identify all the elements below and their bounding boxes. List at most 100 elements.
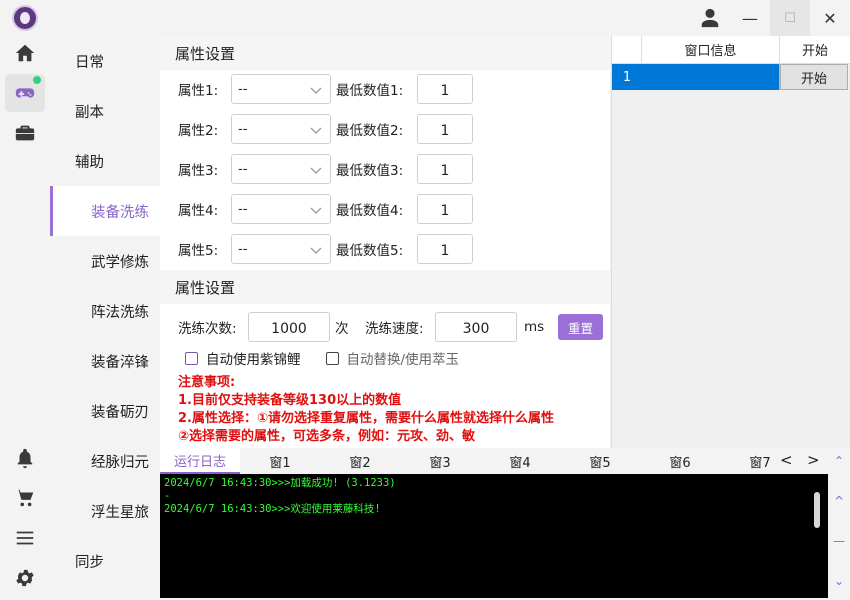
nav-formation-refine[interactable]: 阵法洗练	[50, 286, 160, 336]
notice-line: 1.目前仅支持装备等级130以上的数值	[178, 393, 402, 408]
gear-icon[interactable]	[5, 559, 45, 597]
min-value-input[interactable]: 1	[417, 154, 473, 184]
tab-window-3[interactable]: 窗3	[420, 448, 460, 474]
attr-select[interactable]: --	[231, 194, 331, 224]
tab-window-2[interactable]: 窗2	[340, 448, 380, 474]
attr-label: 属性2:	[178, 123, 219, 139]
chevron-down-icon	[310, 167, 322, 174]
chevron-down-icon	[310, 207, 322, 214]
notification-dot	[33, 76, 41, 84]
header-index	[612, 36, 642, 63]
notice-line: 2.属性选择：①请勿选择重复属性，需要什么属性就选择什么属性	[178, 411, 554, 426]
table-row[interactable]: 1 开始	[612, 64, 850, 90]
nav-equip-sharpen[interactable]: 装备砺刃	[50, 386, 160, 436]
cart-icon[interactable]	[5, 479, 45, 517]
attr-select[interactable]: --	[231, 74, 331, 104]
nav-equip-refine[interactable]: 装备洗练	[50, 186, 160, 236]
tab-window-4[interactable]: 窗4	[500, 448, 540, 474]
tab-window-7[interactable]: 窗7	[740, 448, 780, 474]
function-nav: 日常 副本 辅助 装备洗练 武学修炼 阵法洗练 装备淬锋 装备砺刃 经脉归元 浮…	[50, 36, 160, 600]
attr-select[interactable]: --	[231, 234, 331, 264]
window-table: 窗口信息 开始 1 开始	[611, 36, 850, 448]
nav-assist[interactable]: 辅助	[50, 136, 160, 186]
minimize-button[interactable]: —	[730, 0, 770, 36]
user-icon[interactable]	[690, 0, 730, 36]
nav-equip-temper[interactable]: 装备淬锋	[50, 336, 160, 386]
chevron-down-icon	[310, 127, 322, 134]
menu-icon[interactable]	[5, 519, 45, 557]
nav-star-journey[interactable]: 浮生星旅	[50, 486, 160, 536]
log-scroll-controls: ⌃ ^ — ⌄	[828, 448, 850, 600]
section-title: 属性设置	[160, 36, 610, 70]
scroll-up-icon[interactable]: ^	[832, 494, 846, 508]
attr-row: 属性3: -- 最低数值3: 1	[160, 154, 473, 184]
tab-window-6[interactable]: 窗6	[660, 448, 700, 474]
scroll-bottom-icon[interactable]: ⌄	[832, 574, 846, 588]
attr-select[interactable]: --	[231, 154, 331, 184]
main-panel: 属性设置 属性1: -- 最低数值1: 1 属性2: -- 最低数值2: 1 属…	[160, 36, 610, 448]
attr-label: 属性1:	[178, 83, 219, 99]
attr-select[interactable]: --	[231, 114, 331, 144]
header-start: 开始	[801, 44, 828, 59]
icon-rail	[0, 0, 50, 600]
tab-window-1[interactable]: 窗1	[260, 448, 300, 474]
speed-unit: ms	[524, 319, 545, 335]
nav-sync[interactable]: 同步	[50, 536, 160, 586]
window-controls: — ☐ ✕	[690, 0, 850, 36]
nav-dungeon[interactable]: 副本	[50, 86, 160, 136]
bell-icon[interactable]	[5, 439, 45, 477]
refine-count-row: 洗练次数: 1000 次 洗练速度: 300 ms 重置	[160, 312, 603, 342]
log-console[interactable]: 2024/6/7 16:43:30>>>加载成功! (3.1233) - 202…	[160, 474, 828, 598]
row-index: 1	[612, 64, 642, 90]
log-line: 2024/6/7 16:43:30>>>加载成功! (3.1233)	[164, 477, 396, 489]
min-value-label: 最低数值5:	[336, 243, 404, 259]
min-value-input[interactable]: 1	[417, 74, 473, 104]
scroll-mid-icon[interactable]: —	[832, 534, 846, 548]
min-value-label: 最低数值4:	[336, 203, 404, 219]
min-value-label: 最低数值1:	[336, 83, 404, 99]
attr-row: 属性1: -- 最低数值1: 1	[160, 74, 473, 104]
checkbox-box	[325, 351, 339, 365]
refine-speed-label: 洗练速度:	[365, 321, 424, 337]
attr-row: 属性5: -- 最低数值5: 1	[160, 234, 473, 264]
min-value-label: 最低数值3:	[336, 163, 404, 179]
tab-next-arrow[interactable]: >	[807, 451, 820, 469]
tab-run-log[interactable]: 运行日志	[160, 448, 240, 474]
min-value-input[interactable]: 1	[417, 114, 473, 144]
maximize-button[interactable]: ☐	[770, 0, 810, 36]
briefcase-icon[interactable]	[5, 114, 45, 152]
nav-meridian[interactable]: 经脉归元	[50, 436, 160, 486]
table-header: 窗口信息 开始	[612, 36, 850, 64]
chevron-down-icon	[310, 87, 322, 94]
log-line: -	[164, 490, 171, 502]
start-button[interactable]: 开始	[780, 64, 848, 90]
attr-row: 属性2: -- 最低数值2: 1	[160, 114, 473, 144]
tab-window-5[interactable]: 窗5	[580, 448, 620, 474]
attr-label: 属性3:	[178, 163, 219, 179]
home-icon[interactable]	[5, 34, 45, 72]
tab-prev-arrow[interactable]: <	[780, 451, 793, 469]
scroll-top-icon[interactable]: ⌃	[832, 454, 846, 468]
scrollbar-thumb[interactable]	[814, 492, 820, 528]
section-title: 属性设置	[160, 270, 610, 304]
reset-button[interactable]: 重置	[558, 314, 603, 340]
header-window-info: 窗口信息	[642, 36, 780, 63]
gamepad-icon[interactable]	[5, 74, 45, 112]
app-logo	[12, 5, 38, 31]
count-unit: 次	[335, 321, 349, 337]
nav-daily[interactable]: 日常	[50, 36, 160, 86]
use-purple-carp-checkbox[interactable]: 自动使用紫锦鲤	[185, 348, 301, 368]
log-tabs: 运行日志 窗1 窗2 窗3 窗4 窗5 窗6 窗7 < >	[160, 448, 828, 474]
close-button[interactable]: ✕	[810, 0, 850, 36]
chevron-down-icon	[310, 247, 322, 254]
refine-speed-input[interactable]: 300	[435, 312, 517, 342]
refine-count-input[interactable]: 1000	[248, 312, 330, 342]
min-value-input[interactable]: 1	[417, 234, 473, 264]
nav-martial-practice[interactable]: 武学修炼	[50, 236, 160, 286]
row-window-info	[642, 64, 780, 90]
auto-replace-jade-checkbox[interactable]: 自动替换/使用萃玉	[325, 348, 459, 368]
attr-label: 属性5:	[178, 243, 219, 259]
min-value-input[interactable]: 1	[417, 194, 473, 224]
min-value-label: 最低数值2:	[336, 123, 404, 139]
attr-row: 属性4: -- 最低数值4: 1	[160, 194, 473, 224]
